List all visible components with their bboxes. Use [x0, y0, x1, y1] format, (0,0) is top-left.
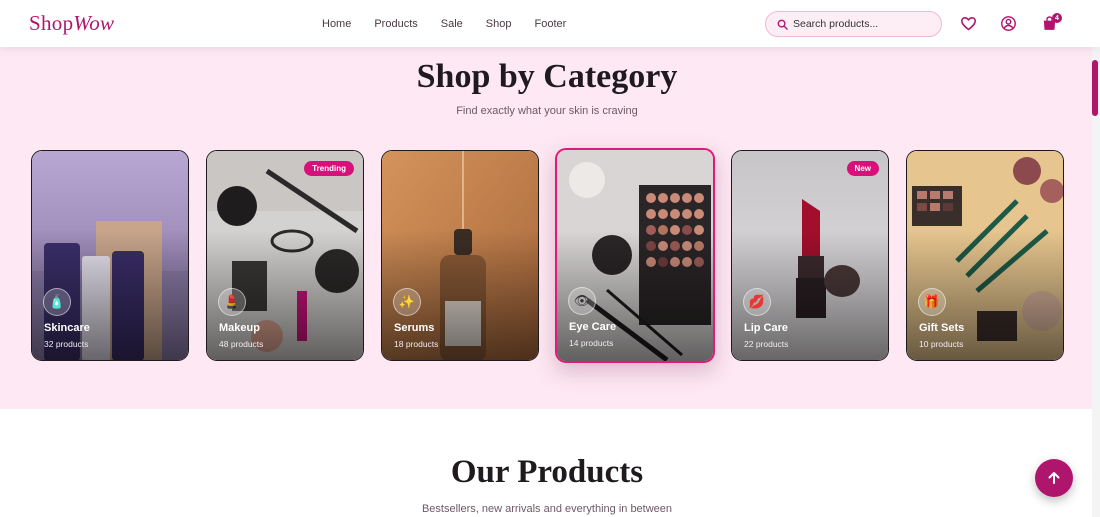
search-icon: [777, 19, 788, 30]
category-count: 22 products: [744, 339, 789, 349]
search-input[interactable]: [793, 18, 933, 30]
nav-home[interactable]: Home: [322, 18, 351, 30]
gift-icon: 🎁: [918, 288, 946, 316]
trending-badge: Trending: [304, 161, 354, 176]
category-name: Serums: [394, 322, 435, 334]
category-name: Eye Care: [569, 321, 617, 333]
category-section: Shop by Category Find exactly what your …: [0, 47, 1092, 409]
category-name: Gift Sets: [919, 322, 965, 334]
category-card-skincare[interactable]: 🧴 Skincare 32 products: [31, 150, 189, 361]
back-to-top-button[interactable]: [1035, 459, 1073, 497]
new-badge: New: [846, 161, 879, 176]
nav-sale[interactable]: Sale: [441, 18, 463, 30]
category-section-title: Shop by Category: [416, 58, 678, 95]
category-card-eye-care[interactable]: 👁 Eye Care 14 products: [555, 148, 715, 363]
site-header: ShopWow Home Products Sale Shop Footer 4: [0, 0, 1100, 47]
nav-shop[interactable]: Shop: [486, 18, 512, 30]
category-card-gift-sets[interactable]: 🎁 Gift Sets 10 products: [906, 150, 1064, 361]
category-section-subtitle: Find exactly what your skin is craving: [456, 105, 638, 117]
logo-text-italic: Wow: [73, 11, 115, 35]
lips-icon: 💋: [743, 288, 771, 316]
search-bar[interactable]: [765, 11, 942, 37]
category-card-serums[interactable]: ✨ Serums 18 products: [381, 150, 539, 361]
products-section-subtitle: Bestsellers, new arrivals and everything…: [421, 503, 673, 515]
category-count: 32 products: [44, 339, 89, 349]
category-name: Makeup: [219, 322, 260, 334]
logo[interactable]: ShopWow: [29, 11, 114, 36]
nav-products[interactable]: Products: [374, 18, 417, 30]
arrow-up-icon: [1048, 472, 1060, 484]
category-count: 48 products: [219, 339, 264, 349]
cart-count-badge: 4: [1052, 13, 1062, 23]
category-count: 14 products: [569, 338, 614, 348]
category-count: 18 products: [394, 339, 439, 349]
category-card-lip-care[interactable]: New 💋 Lip Care 22 products: [731, 150, 889, 361]
eye-icon: 👁: [568, 287, 596, 315]
nav-footer[interactable]: Footer: [535, 18, 567, 30]
lipstick-icon: 💄: [218, 288, 246, 316]
scrollbar-thumb[interactable]: [1092, 60, 1098, 116]
category-name: Lip Care: [744, 322, 789, 334]
scrollbar-track[interactable]: [1092, 47, 1100, 517]
main-nav: Home Products Sale Shop Footer: [322, 18, 589, 30]
heart-icon[interactable]: [960, 15, 977, 32]
category-count: 10 products: [919, 339, 964, 349]
sparkles-icon: ✨: [393, 288, 421, 316]
category-card-makeup[interactable]: Trending 💄 Makeup 48 products: [206, 150, 364, 361]
products-section-title: Our Products: [450, 454, 644, 490]
lotion-bottle-icon: 🧴: [43, 288, 71, 316]
user-icon[interactable]: [1000, 15, 1017, 32]
logo-text: Shop: [29, 11, 74, 35]
category-name: Skincare: [44, 322, 90, 334]
